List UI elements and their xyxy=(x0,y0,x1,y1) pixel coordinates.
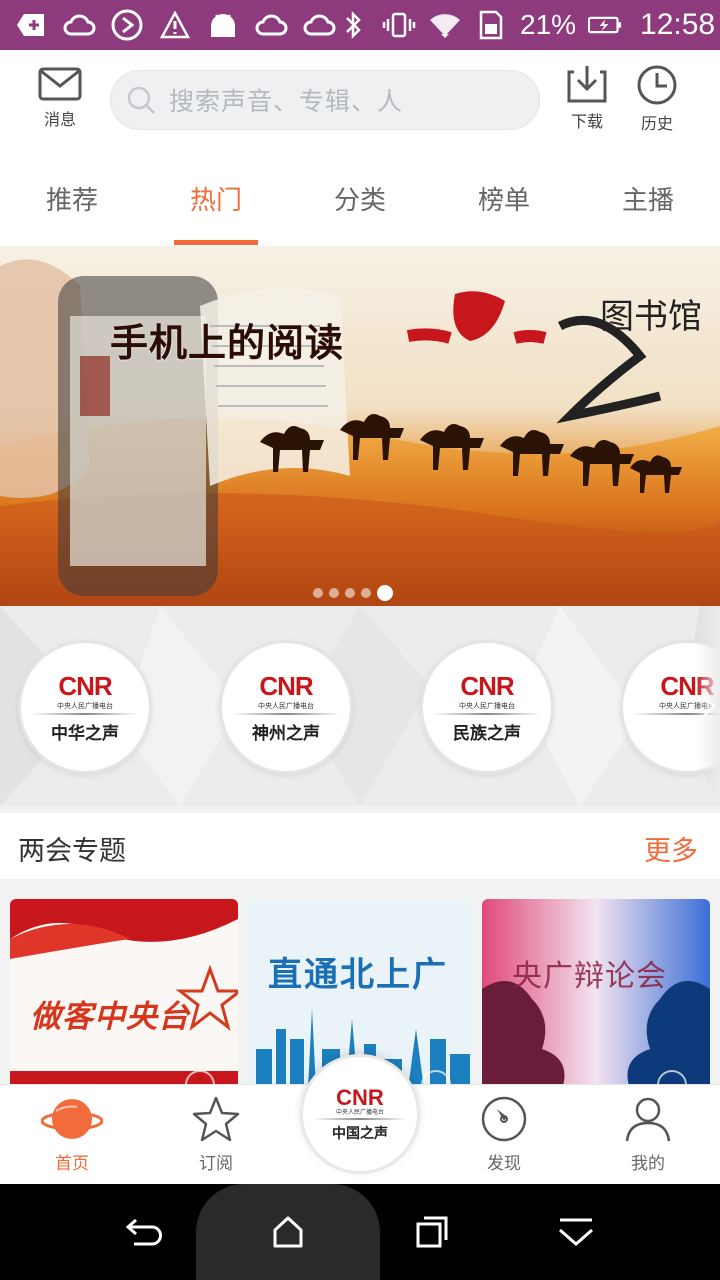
download-label: 下载 xyxy=(570,112,603,131)
home-button[interactable] xyxy=(266,1210,310,1254)
app-screen: 21% 12:58 消息 搜索声音、专辑、人 下载 历史 推荐 热门 分类 榜单… xyxy=(0,0,720,1280)
nav-subscribe[interactable]: 订阅 xyxy=(171,1095,261,1174)
nav-subscribe-label: 订阅 xyxy=(199,1154,233,1174)
back-icon xyxy=(125,1218,162,1246)
station-name: 民族之声 xyxy=(453,724,521,744)
station-name: 神州之声 xyxy=(252,724,320,744)
station-subtitle: 中央人民广播电台 xyxy=(459,702,515,710)
sim-icon xyxy=(474,10,508,40)
notifications-button[interactable] xyxy=(554,1210,598,1254)
mail-icon xyxy=(38,67,82,101)
station-name: 中华之声 xyxy=(51,724,119,744)
chevron-down-icon xyxy=(559,1218,593,1246)
cnr-logo: CNR xyxy=(460,671,514,701)
radio-station-strip: CNR 中央人民广播电台 中华之声 CNR 中央人民广播电台 神州之声 CNR … xyxy=(0,606,720,806)
tab-hot[interactable]: 热门 xyxy=(161,150,271,246)
play-circle-icon xyxy=(110,9,144,41)
nav-home-label: 首页 xyxy=(55,1154,89,1174)
add-icon xyxy=(14,10,48,40)
compass-icon xyxy=(481,1096,527,1142)
station-name: 中国之声 xyxy=(332,1126,388,1142)
person-icon xyxy=(625,1097,671,1142)
tab-ranking[interactable]: 榜单 xyxy=(449,150,559,246)
battery-icon xyxy=(588,10,622,40)
history-label: 历史 xyxy=(640,114,673,133)
pager-dot-active xyxy=(377,585,393,601)
recents-button[interactable] xyxy=(410,1210,454,1254)
card-title: 直通北上广 xyxy=(268,955,448,995)
section-header: 两会专题 更多 xyxy=(0,813,720,879)
more-link[interactable]: 更多 xyxy=(644,829,698,868)
back-button[interactable] xyxy=(122,1210,166,1254)
divider xyxy=(433,713,541,715)
radio-station-item[interactable]: CNR 中央人民广播电台 中华之声 xyxy=(18,640,152,774)
tab-category[interactable]: 分类 xyxy=(305,150,415,246)
nav-discover[interactable]: 发现 xyxy=(459,1095,549,1174)
card-title: 做客中央台 xyxy=(30,999,190,1035)
android-icon xyxy=(206,10,240,40)
banner-image: 图书馆 xyxy=(0,246,720,606)
live-radio-button[interactable]: CNR 中央人民广播电台 中国之声 xyxy=(300,1054,420,1174)
download-icon xyxy=(567,66,607,103)
chevron-right-icon xyxy=(703,695,716,717)
messages-label: 消息 xyxy=(43,110,76,129)
pager-dot xyxy=(313,588,323,598)
nav-mine-label: 我的 xyxy=(631,1154,665,1174)
download-button[interactable]: 下载 xyxy=(566,64,608,132)
divider xyxy=(313,1118,407,1120)
category-tabs: 推荐 热门 分类 榜单 主播 xyxy=(0,150,720,246)
warning-icon xyxy=(158,10,192,40)
section-title: 两会专题 xyxy=(18,836,126,867)
cnr-logo: CNR xyxy=(259,671,313,701)
divider xyxy=(232,713,340,715)
nav-discover-label: 发现 xyxy=(487,1154,521,1174)
bluetooth-icon xyxy=(336,10,370,40)
vibrate-icon xyxy=(382,10,416,40)
planet-icon xyxy=(41,1099,103,1139)
clock: 12:58 xyxy=(640,8,716,41)
history-button[interactable]: 历史 xyxy=(636,64,678,134)
nav-mine[interactable]: 我的 xyxy=(603,1095,693,1174)
search-placeholder: 搜索声音、专辑、人 xyxy=(169,87,404,116)
nav-home[interactable]: 首页 xyxy=(27,1095,117,1174)
tab-recommend[interactable]: 推荐 xyxy=(17,150,127,246)
tab-host[interactable]: 主播 xyxy=(593,150,703,246)
banner-title: 手机上的阅读 xyxy=(110,321,345,365)
card-title: 央广辩论会 xyxy=(512,959,667,994)
station-subtitle: 中央人民广播电台 xyxy=(335,1109,384,1116)
home-icon xyxy=(273,1216,303,1248)
messages-button[interactable]: 消息 xyxy=(38,66,82,130)
top-bar: 消息 搜索声音、专辑、人 下载 历史 xyxy=(0,50,720,150)
radio-station-item[interactable]: CNR 中央人民广播电台 神州之声 xyxy=(219,640,353,774)
topic-card[interactable]: 央广辩论会 xyxy=(482,899,710,1089)
clock-icon xyxy=(637,65,677,105)
battery-percent: 21% xyxy=(520,9,577,40)
pager-dot xyxy=(345,588,355,598)
pager-dot xyxy=(329,588,339,598)
cloud-icon xyxy=(302,10,336,40)
svg-text:图书馆: 图书馆 xyxy=(600,297,702,337)
cloud-icon xyxy=(62,10,96,40)
divider xyxy=(31,713,139,715)
search-icon xyxy=(127,86,155,114)
banner-pager xyxy=(313,585,393,601)
active-tab-indicator xyxy=(174,240,258,245)
pager-dot xyxy=(361,588,371,598)
system-navigation-bar xyxy=(0,1184,720,1280)
status-bar: 21% 12:58 xyxy=(0,0,720,50)
radio-station-item[interactable]: CNR 中央人民广播电台 民族之声 xyxy=(420,640,554,774)
cnr-logo: CNR xyxy=(58,671,112,701)
station-subtitle: 中央人民广播电台 xyxy=(258,702,314,710)
star-icon xyxy=(192,1096,240,1142)
recents-icon xyxy=(416,1216,448,1248)
station-subtitle: 中央人民广播电台 xyxy=(57,702,113,710)
topic-card[interactable]: 做客中央台 xyxy=(10,899,238,1089)
wifi-icon xyxy=(428,10,462,40)
search-input[interactable]: 搜索声音、专辑、人 xyxy=(110,70,540,130)
banner-carousel[interactable]: 图书馆 手机上的阅读 xyxy=(0,246,720,606)
cloud-icon xyxy=(254,10,288,40)
